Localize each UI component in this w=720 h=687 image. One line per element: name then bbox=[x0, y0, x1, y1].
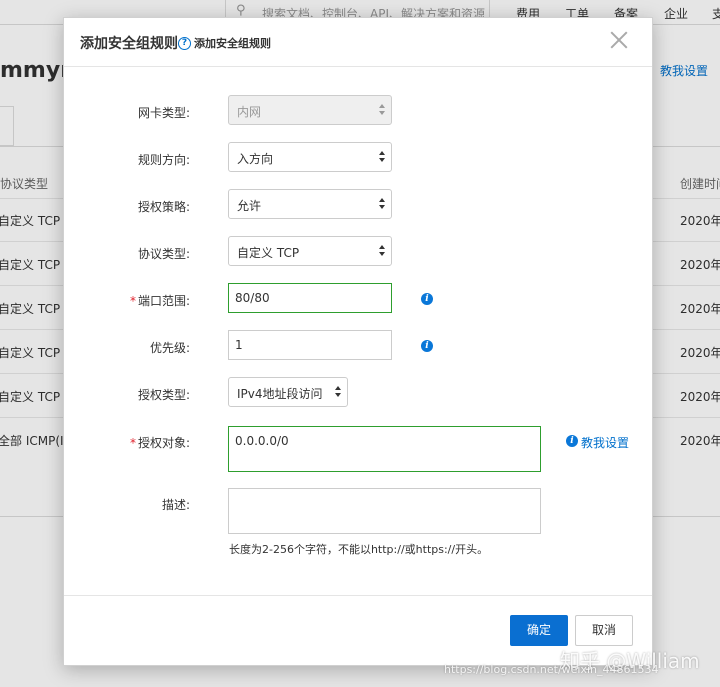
close-icon[interactable] bbox=[610, 30, 628, 48]
auth-type-value: IPv4地址段访问 bbox=[237, 387, 323, 401]
port-range-label: * 端口范围: bbox=[129, 294, 190, 308]
policy-select[interactable]: 允许 bbox=[228, 189, 392, 219]
info-icon: i bbox=[566, 435, 578, 447]
port-range-input[interactable]: 80/80 bbox=[228, 283, 392, 313]
priority-value: 1 bbox=[235, 338, 243, 352]
priority-input[interactable]: 1 bbox=[228, 330, 392, 360]
watermark-url: https://blog.csdn.net/weixin_44861534 bbox=[444, 663, 659, 676]
policy-value: 允许 bbox=[237, 199, 262, 213]
nic-type-select: 内网 bbox=[228, 95, 392, 125]
dialog-title: 添加安全组规则 bbox=[80, 36, 178, 52]
teach-me-link[interactable]: 教我设置 bbox=[581, 434, 629, 451]
auth-type-select[interactable]: IPv4地址段访问 bbox=[228, 377, 348, 407]
direction-value: 入方向 bbox=[237, 152, 274, 166]
select-arrows-icon bbox=[379, 196, 387, 212]
add-security-group-rule-dialog: 添加安全组规则 ? 添加安全组规则 网卡类型: 内网 规则方向: 入方向 授权策… bbox=[63, 17, 653, 666]
protocol-select[interactable]: 自定义 TCP bbox=[228, 236, 392, 266]
policy-label: 授权策略: bbox=[137, 200, 190, 214]
auth-object-label: * 授权对象: bbox=[129, 436, 190, 450]
select-arrows-icon bbox=[335, 384, 343, 400]
port-range-value: 80/80 bbox=[235, 291, 270, 305]
footer-divider bbox=[64, 595, 652, 596]
info-icon[interactable]: i bbox=[421, 293, 433, 305]
select-arrows-icon bbox=[379, 149, 387, 165]
auth-object-textarea[interactable]: 0.0.0.0/0 bbox=[228, 426, 541, 472]
cancel-button[interactable]: 取消 bbox=[575, 615, 633, 646]
nic-type-label: 网卡类型: bbox=[137, 106, 190, 120]
description-label: 描述: bbox=[161, 498, 190, 512]
info-icon[interactable]: i bbox=[421, 340, 433, 352]
nic-type-value: 内网 bbox=[237, 105, 262, 119]
description-textarea[interactable] bbox=[228, 488, 541, 534]
confirm-button[interactable]: 确定 bbox=[510, 615, 568, 646]
priority-label: 优先级: bbox=[149, 341, 190, 355]
select-arrows-icon bbox=[379, 243, 387, 259]
required-mark: * bbox=[129, 294, 136, 308]
auth-object-value: 0.0.0.0/0 bbox=[235, 434, 289, 448]
dialog-help-link[interactable]: 添加安全组规则 bbox=[194, 35, 271, 51]
select-arrows-icon bbox=[379, 102, 387, 118]
protocol-label: 协议类型: bbox=[137, 247, 190, 261]
auth-type-label: 授权类型: bbox=[137, 388, 190, 402]
question-icon[interactable]: ? bbox=[178, 37, 191, 50]
description-hint: 长度为2-256个字符，不能以http://或https://开头。 bbox=[229, 543, 489, 556]
protocol-value: 自定义 TCP bbox=[237, 246, 300, 260]
required-mark: * bbox=[129, 436, 136, 450]
direction-select[interactable]: 入方向 bbox=[228, 142, 392, 172]
direction-label: 规则方向: bbox=[137, 153, 190, 167]
dialog-header: 添加安全组规则 ? 添加安全组规则 bbox=[64, 18, 652, 67]
